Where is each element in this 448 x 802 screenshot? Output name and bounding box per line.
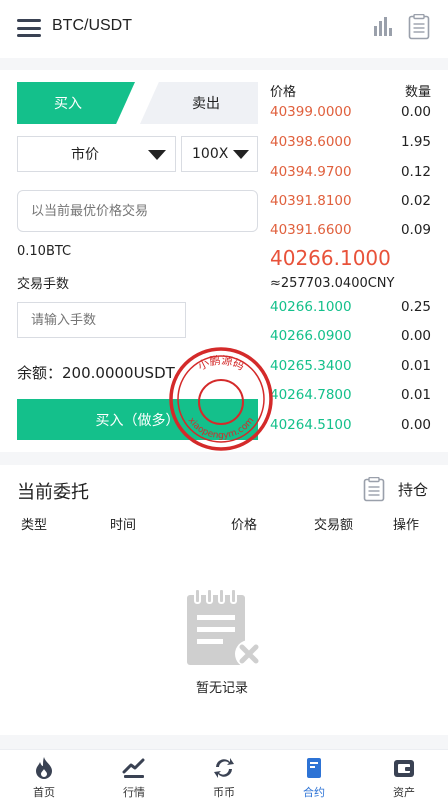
last-price: 40266.1000 — [270, 246, 391, 270]
col-type: 类型 — [21, 518, 48, 533]
tab-buy[interactable]: 买入 — [17, 82, 135, 124]
bid-qty: 0.25 — [400, 299, 431, 315]
flame-icon — [36, 757, 52, 779]
bid-row[interactable]: 40266.1000 0.25 — [270, 299, 431, 319]
bid-qty: 0.00 — [400, 328, 431, 344]
pair-title[interactable]: BTC/USDT — [52, 17, 132, 35]
bid-qty: 0.01 — [400, 358, 431, 374]
contract-icon — [307, 758, 321, 778]
leverage-value: 100X — [192, 146, 229, 162]
tab-market[interactable]: 行情 — [104, 750, 164, 802]
ask-qty: 0.12 — [400, 164, 431, 180]
tab-contract[interactable]: 合约 — [284, 750, 344, 802]
ask-row[interactable]: 40394.9700 0.12 — [270, 164, 431, 184]
col-amount: 交易额 — [314, 518, 354, 533]
bid-row[interactable]: 40265.3400 0.01 — [270, 358, 431, 378]
empty-records-icon — [187, 588, 263, 668]
orderbook-qty-header: 数量 — [404, 85, 431, 100]
order-type-value: 市价 — [71, 147, 99, 163]
bid-price: 40264.5100 — [270, 417, 352, 433]
bar-chart-icon[interactable] — [374, 17, 394, 36]
price-input[interactable] — [17, 190, 258, 232]
wallet-icon — [394, 760, 414, 777]
bid-row[interactable]: 40264.7800 0.01 — [270, 387, 431, 407]
position-link[interactable]: 持仓 — [398, 479, 428, 500]
tab-home[interactable]: 首页 — [14, 750, 74, 802]
lots-label: 交易手数 — [17, 277, 70, 292]
ask-qty: 1.95 — [400, 134, 431, 150]
bid-row[interactable]: 40264.5100 0.00 — [270, 417, 431, 437]
ask-price: 40391.8100 — [270, 193, 352, 209]
tab-sell[interactable]: 卖出 — [140, 82, 258, 124]
ask-row[interactable]: 40399.0000 0.00 — [270, 104, 431, 124]
hamburger-icon[interactable] — [17, 19, 41, 37]
ask-price: 40394.9700 — [270, 164, 352, 180]
leverage-select[interactable]: 100X — [181, 136, 258, 172]
ask-row[interactable]: 40391.6600 0.09 — [270, 222, 431, 242]
ask-row[interactable]: 40398.6000 1.95 — [270, 134, 431, 154]
bottom-tab-bar: 首页 行情 币币 合约 资产 — [0, 749, 448, 802]
tab-spot-label: 币币 — [213, 786, 235, 799]
tab-sell-label: 卖出 — [192, 96, 220, 112]
bid-price: 40264.7800 — [270, 387, 352, 403]
ask-price: 40399.0000 — [270, 104, 352, 120]
bid-qty: 0.01 — [400, 387, 431, 403]
orders-title: 当前委托 — [17, 482, 89, 503]
tab-assets-label: 资产 — [393, 786, 415, 799]
col-price: 价格 — [231, 518, 258, 533]
tab-spot[interactable]: 币币 — [194, 750, 254, 802]
tab-assets[interactable]: 资产 — [374, 750, 434, 802]
ask-qty: 0.00 — [400, 104, 431, 120]
balance-text: 余额：200.0000USDT — [17, 364, 175, 382]
tab-home-label: 首页 — [33, 786, 55, 799]
ask-price: 40398.6000 — [270, 134, 352, 150]
current-orders-panel: 当前委托 持仓 类型 时间 价格 交易额 操作 暂无记录 — [0, 465, 448, 735]
chevron-down-icon — [148, 150, 166, 160]
chevron-down-icon — [233, 150, 249, 159]
ask-price: 40391.6600 — [270, 222, 352, 238]
bid-price: 40266.1000 — [270, 299, 352, 315]
top-bar: BTC/USDT — [0, 0, 448, 58]
svg-text:xiaopengym.com: xiaopengym.com — [186, 416, 257, 441]
empty-text: 暂无记录 — [196, 681, 249, 696]
orderbook-price-header: 价格 — [270, 85, 297, 100]
order-type-select[interactable]: 市价 — [17, 136, 176, 172]
ask-qty: 0.09 — [400, 222, 431, 238]
bid-row[interactable]: 40266.0900 0.00 — [270, 328, 431, 348]
bid-price: 40265.3400 — [270, 358, 352, 374]
lots-input[interactable] — [17, 302, 186, 338]
document-icon[interactable] — [408, 14, 430, 40]
ask-row[interactable]: 40391.8100 0.02 — [270, 193, 431, 213]
col-action: 操作 — [393, 518, 420, 533]
ask-qty: 0.02 — [400, 193, 431, 209]
watermark-stamp: 小鹏源码 xiaopengym.com — [169, 347, 273, 451]
bid-qty: 0.00 — [400, 417, 431, 433]
exchange-icon — [214, 758, 234, 778]
tab-market-label: 行情 — [123, 786, 145, 799]
document-icon[interactable] — [363, 477, 385, 502]
col-time: 时间 — [110, 518, 137, 533]
tab-contract-label: 合约 — [303, 786, 325, 799]
bid-price: 40266.0900 — [270, 328, 352, 344]
amount-text: 0.10BTC — [17, 244, 72, 259]
trend-icon — [122, 758, 145, 778]
cny-price: ≈257703.0400CNY — [270, 276, 395, 291]
tab-buy-label: 买入 — [54, 96, 82, 112]
